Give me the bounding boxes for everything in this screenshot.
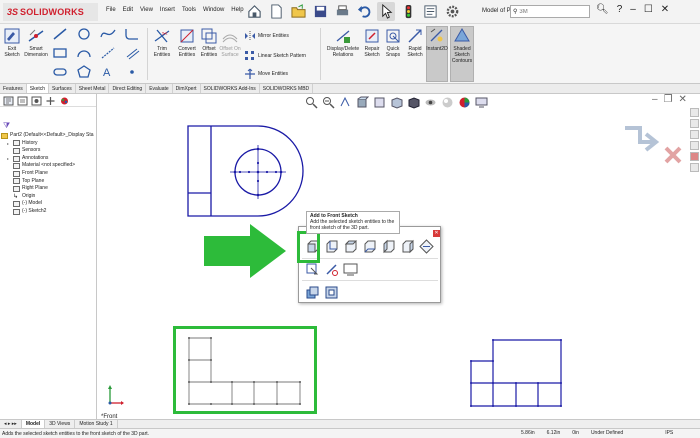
status-bar: Adds the selected sketch entities to the… [0,428,700,438]
status-message: Adds the selected sketch entities to the… [2,430,150,437]
create-sketch-on-plane-icon[interactable] [343,262,358,277]
status-right: 5.86in 6.12in 0in Under Defined IPS [521,430,673,436]
status-sketch-state: Under Defined [590,430,624,436]
add-to-right-sketch-icon[interactable] [400,239,415,254]
add-to-bottom-sketch-icon[interactable] [362,239,377,254]
reference-triad-icon [108,385,124,405]
status-units[interactable]: IPS [665,430,673,436]
part-front-profile[interactable] [187,125,304,217]
rotate-sketch-icon[interactable] [324,262,339,277]
align-sketch-icon[interactable] [305,262,320,277]
add-to-auxiliary-sketch-icon[interactable] [419,239,434,254]
highlight-box-front-sketch [297,231,320,263]
add-to-left-sketch-icon[interactable] [381,239,396,254]
tooltip-body: Add the selected sketch entities to the … [310,219,395,231]
popup-close-icon[interactable]: ✕ [433,230,440,237]
part-side-profile[interactable] [470,339,562,407]
cut-extrude-sketch-icon[interactable] [324,285,339,300]
extrude-sketch-icon[interactable] [305,285,320,300]
tooltip: Add to Front Sketch Add the selected ske… [306,211,400,234]
status-y: 6.12in [546,430,561,436]
bottom-tabs: ◂ ▸ ▸▸ Model 3D Views Motion Study 1 [0,419,700,428]
tab-model[interactable]: Model [21,420,46,428]
add-to-back-sketch-icon[interactable] [324,239,339,254]
tab-3d-views[interactable]: 3D Views [45,420,76,428]
tab-motion-study[interactable]: Motion Study 1 [75,420,118,428]
add-to-top-sketch-icon[interactable] [343,239,358,254]
green-arrow-icon [204,224,286,278]
highlight-box-selection [173,326,317,414]
status-z: 0in [572,430,579,436]
status-x: 5.86in [521,430,535,436]
popup-divider [302,280,438,281]
tab-nav-arrows[interactable]: ◂ ▸ ▸▸ [0,420,22,428]
popup-divider [302,258,438,259]
